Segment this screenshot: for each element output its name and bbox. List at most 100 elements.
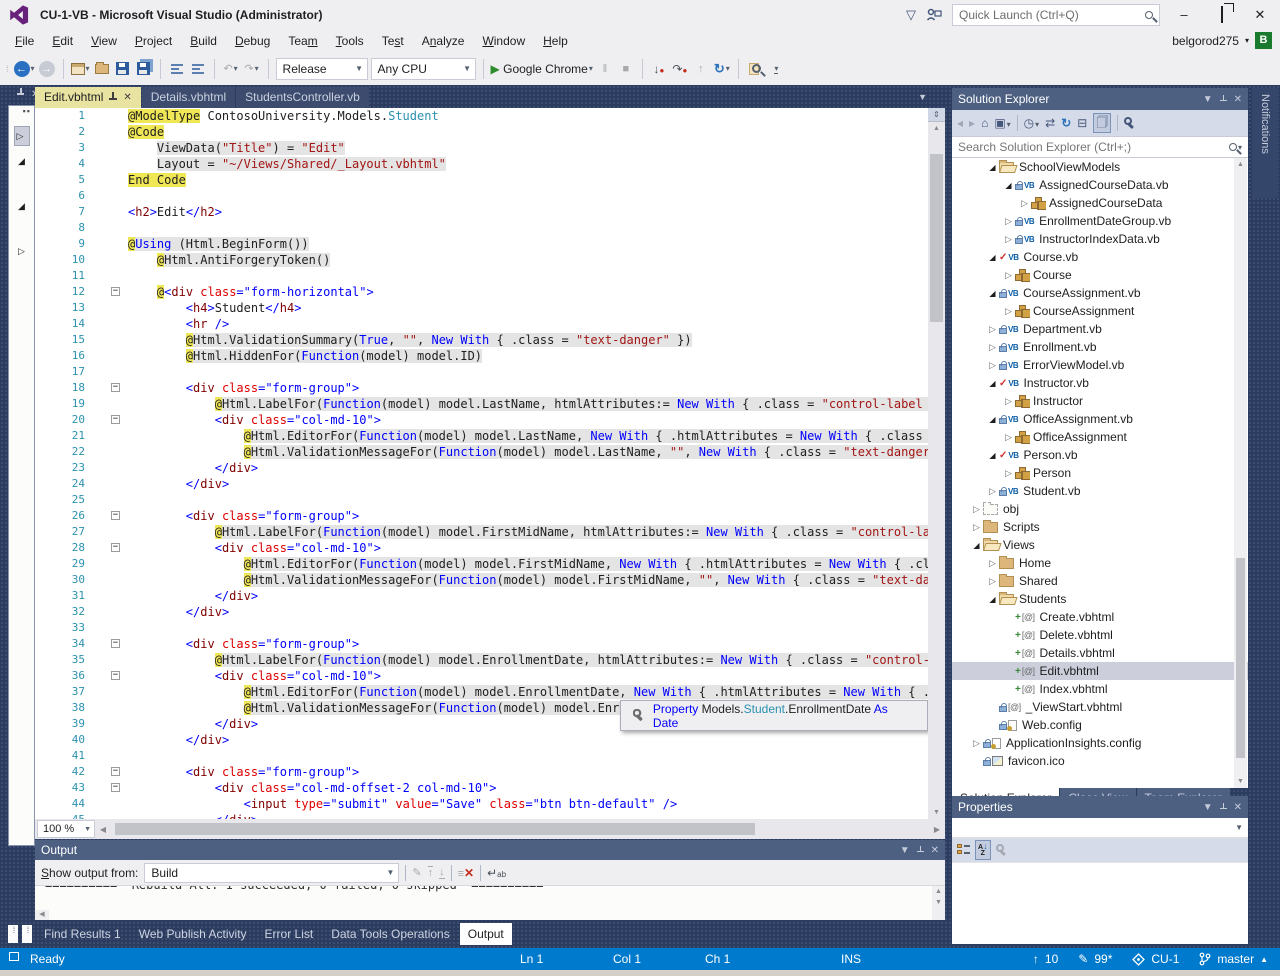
collapsed-arrow-icon[interactable]: ▷ <box>986 324 999 335</box>
code-line[interactable]: 42 − <div class="form-group"> <box>35 764 928 780</box>
show-all-files-button[interactable]: 🗍 <box>1093 113 1112 133</box>
solution-configuration-select[interactable]: Release ▼ <box>275 57 368 80</box>
code-line[interactable]: 9 @Using (Html.BeginForm()) <box>35 236 928 252</box>
strip-expander[interactable]: ◢ <box>14 201 30 212</box>
quick-launch-input[interactable]: Quick Launch (Ctrl+Q) <box>952 4 1160 26</box>
properties-object-select[interactable]: ▼ <box>952 818 1248 838</box>
collapsed-arrow-icon[interactable]: ▷ <box>986 486 999 497</box>
collapsed-arrow-icon[interactable]: ▷ <box>1002 234 1015 245</box>
scroll-right-icon[interactable]: ▶ <box>929 825 945 834</box>
collapsed-arrow-icon[interactable]: ▷ <box>1002 396 1015 407</box>
code-line[interactable]: 30 @Html.ValidationMessageFor(Function(m… <box>35 572 928 588</box>
strip-expander[interactable]: ▷ <box>14 246 30 257</box>
panel-tab-error-list[interactable]: Error List <box>257 923 322 945</box>
pin-icon[interactable] <box>109 92 118 102</box>
collapsed-tool-strip[interactable]: ▪▪ ▷ ◢ ◢ ▷ <box>8 105 35 846</box>
code-line[interactable]: 18 − <div class="form-group"> <box>35 380 928 396</box>
code-line[interactable]: 19 @Html.LabelFor(Function(model) model.… <box>35 396 928 412</box>
switch-views-button[interactable]: ▣▾ <box>994 116 1010 130</box>
collapse-region-icon[interactable]: − <box>111 511 120 520</box>
code-line[interactable]: 3 ViewData("Title") = "Edit" <box>35 140 928 156</box>
code-line[interactable]: 33 <box>35 620 928 636</box>
tree-item-officeassignment-vb[interactable]: ◢ VB OfficeAssignment.vb <box>952 410 1248 428</box>
collapsed-arrow-icon[interactable]: ▷ <box>986 342 999 353</box>
tree-item-department-vb[interactable]: ▷ VB Department.vb <box>952 320 1248 338</box>
code-line[interactable]: 15 @Html.ValidationSummary(True, "", New… <box>35 332 928 348</box>
uncommitted-changes-indicator[interactable]: ✎ 99* <box>1078 952 1112 966</box>
code-line[interactable]: 20 − <div class="col-md-10"> <box>35 412 928 428</box>
forward-button[interactable]: ▸ <box>969 116 975 130</box>
collapse-region-icon[interactable]: − <box>111 671 120 680</box>
code-line[interactable]: 10 @Html.AntiForgeryToken() <box>35 252 928 268</box>
collapsed-arrow-icon[interactable]: ▷ <box>1002 216 1015 227</box>
collapse-region-icon[interactable]: − <box>111 415 120 424</box>
categorized-button[interactable] <box>957 844 970 856</box>
code-line[interactable]: 29 @Html.EditorFor(Function(model) model… <box>35 556 928 572</box>
tree-item-scripts[interactable]: ▷ Scripts <box>952 518 1248 536</box>
indent-button[interactable] <box>189 58 207 80</box>
scroll-up-icon[interactable]: ▲ <box>928 122 945 135</box>
window-menu-icon[interactable]: ▼ <box>1203 94 1213 105</box>
scroll-down-icon[interactable]: ▼ <box>1234 775 1247 788</box>
tree-item-favicon-ico[interactable]: favicon.ico <box>952 752 1248 770</box>
tree-item-instructor-vb[interactable]: ◢ ✓ VB Instructor.vb <box>952 374 1248 392</box>
menu-tools[interactable]: Tools <box>327 31 373 51</box>
code-line[interactable]: 16 @Html.HiddenFor(Function(model) model… <box>35 348 928 364</box>
close-icon[interactable]: ✕ <box>1234 94 1242 105</box>
code-line[interactable]: 43 − <div class="col-md-offset-2 col-md-1… <box>35 780 928 796</box>
status-insert-mode[interactable]: INS <box>841 952 861 966</box>
tree-item-assignedcoursedata[interactable]: ▷ AssignedCourseData <box>952 194 1248 212</box>
expanded-arrow-icon[interactable]: ◢ <box>986 595 999 604</box>
expanded-arrow-icon[interactable]: ◢ <box>986 451 999 460</box>
tree-item-course-vb[interactable]: ◢ ✓ VB Course.vb <box>952 248 1248 266</box>
menu-build[interactable]: Build <box>181 31 226 51</box>
scrollbar-thumb[interactable] <box>1236 558 1245 758</box>
properties-title-bar[interactable]: Properties ▼ ✕ <box>952 796 1248 818</box>
collapsed-arrow-icon[interactable]: ▷ <box>986 558 999 569</box>
code-line[interactable]: 12 − @<div class="form-horizontal"> <box>35 284 928 300</box>
tree-item-assignedcoursedata-vb[interactable]: ◢ VB AssignedCourseData.vb <box>952 176 1248 194</box>
code-line[interactable]: 1 @ModelType ContosoUniversity.Models.Stu… <box>35 108 928 124</box>
status-column[interactable]: Col 1 <box>613 952 641 966</box>
scroll-left-icon[interactable]: ◀ <box>95 825 111 834</box>
branch-indicator[interactable]: master ▲ <box>1199 952 1268 966</box>
tree-item-person-vb[interactable]: ◢ ✓ VB Person.vb <box>952 446 1248 464</box>
next-message-button[interactable]: ↓ <box>439 866 445 879</box>
code-line[interactable]: 21 @Html.EditorFor(Function(model) model… <box>35 428 928 444</box>
code-line[interactable]: 22 @Html.ValidationMessageFor(Function(m… <box>35 444 928 460</box>
menu-team[interactable]: Team <box>279 31 326 51</box>
clear-all-button[interactable]: ≡✕ <box>458 866 474 880</box>
close-icon[interactable]: ✕ <box>123 92 131 103</box>
tree-item-details-vbhtml[interactable]: + [@] Details.vbhtml <box>952 644 1248 662</box>
output-title-bar[interactable]: Output ▼ ✕ <box>35 840 945 860</box>
expanded-arrow-icon[interactable]: ◢ <box>986 163 999 172</box>
code-line[interactable]: 13 <h4>Student</h4> <box>35 300 928 316</box>
collapsed-arrow-icon[interactable]: ▷ <box>986 360 999 371</box>
collapsed-arrow-icon[interactable]: ▷ <box>970 738 983 749</box>
tree-vertical-scrollbar[interactable]: ▲ ▼ <box>1234 158 1247 788</box>
collapsed-arrow-icon[interactable]: ▷ <box>986 576 999 587</box>
menu-analyze[interactable]: Analyze <box>413 31 474 51</box>
tree-item-instructor[interactable]: ▷ Instructor <box>952 392 1248 410</box>
scroll-down-icon[interactable]: ▼ <box>928 806 945 819</box>
collapsed-arrow-icon[interactable]: ▷ <box>1002 468 1015 479</box>
expanded-arrow-icon[interactable]: ◢ <box>986 415 999 424</box>
output-source-select[interactable]: Build ▼ <box>144 862 400 883</box>
code-line[interactable]: 28 − <div class="col-md-10"> <box>35 540 928 556</box>
save-all-button[interactable] <box>135 58 153 80</box>
strip-expander[interactable]: ◢ <box>14 156 30 167</box>
code-line[interactable]: 27 @Html.LabelFor(Function(model) model.… <box>35 524 928 540</box>
commits-ahead-indicator[interactable]: ↑ 10 <box>1033 952 1058 966</box>
panel-grip[interactable]: ⁞⁞ <box>22 925 32 943</box>
refresh-button[interactable]: ↻ <box>1061 116 1071 130</box>
code-line[interactable]: 24 </div> <box>35 476 928 492</box>
window-menu-icon[interactable]: ▼ <box>900 845 910 856</box>
feedback-funnel-icon[interactable]: ▽ <box>906 7 916 23</box>
step-into-button[interactable]: ↓● <box>650 58 668 80</box>
pause-button[interactable]: ‖ <box>596 58 614 80</box>
code-line[interactable]: 37 @Html.EditorFor(Function(model) model… <box>35 684 928 700</box>
tree-item-shared[interactable]: ▷ Shared <box>952 572 1248 590</box>
code-line[interactable]: 41 <box>35 748 928 764</box>
code-line[interactable]: 26 − <div class="form-group"> <box>35 508 928 524</box>
save-button[interactable] <box>114 58 132 80</box>
